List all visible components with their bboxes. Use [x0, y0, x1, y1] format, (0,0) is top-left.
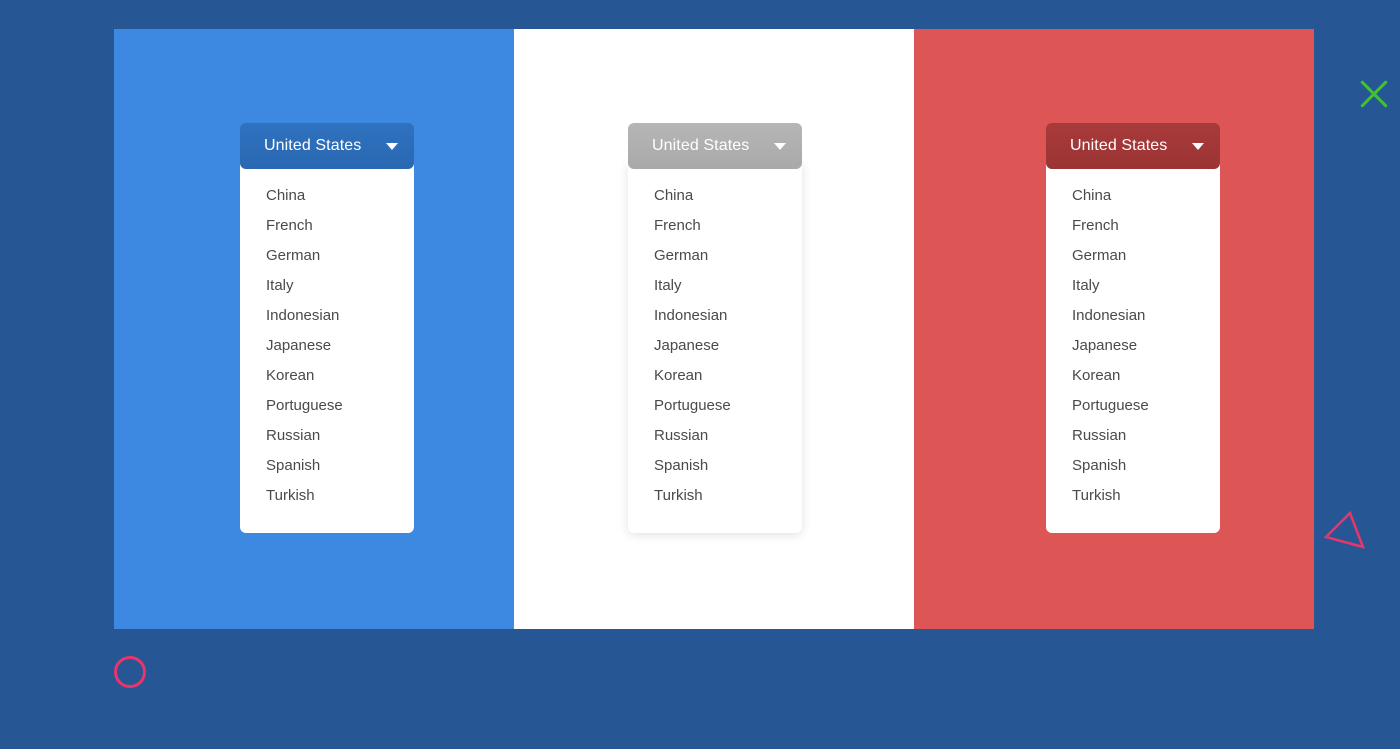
panel-blue: United States China French German Italy … [114, 29, 514, 629]
list-item[interactable]: Russian [1046, 421, 1220, 451]
chevron-down-icon [386, 142, 398, 150]
list-item[interactable]: French [240, 211, 414, 241]
panel-row: United States China French German Italy … [114, 29, 1314, 629]
panel-white: United States China French German Italy … [514, 29, 914, 629]
list-item[interactable]: Spanish [628, 451, 802, 481]
chevron-down-icon [774, 142, 786, 150]
list-item[interactable]: French [628, 211, 802, 241]
dropdown-blue: United States China French German Italy … [240, 123, 414, 549]
dropdown-list-blue: China French German Italy Indonesian Jap… [240, 163, 414, 533]
list-item[interactable]: Portuguese [1046, 391, 1220, 421]
dropdown-selected-value: United States [1070, 137, 1168, 154]
dropdown-list-gray: China French German Italy Indonesian Jap… [628, 163, 802, 533]
dropdown-toggle-blue[interactable]: United States [240, 123, 414, 169]
list-item[interactable]: German [1046, 241, 1220, 271]
list-item[interactable]: Spanish [240, 451, 414, 481]
list-item[interactable]: Japanese [628, 331, 802, 361]
list-item[interactable]: Turkish [628, 481, 802, 511]
list-item[interactable]: German [240, 241, 414, 271]
list-item[interactable]: Japanese [1046, 331, 1220, 361]
list-item[interactable]: Korean [1046, 361, 1220, 391]
dropdown-red: United States China French German Italy … [1046, 123, 1220, 549]
list-item[interactable]: China [628, 181, 802, 211]
list-item[interactable]: Indonesian [240, 301, 414, 331]
list-item[interactable]: Italy [1046, 271, 1220, 301]
dropdown-gray: United States China French German Italy … [628, 123, 802, 549]
list-item[interactable]: Turkish [1046, 481, 1220, 511]
list-item[interactable]: Japanese [240, 331, 414, 361]
list-item[interactable]: Korean [240, 361, 414, 391]
dropdown-toggle-red[interactable]: United States [1046, 123, 1220, 169]
list-item[interactable]: Spanish [1046, 451, 1220, 481]
list-item[interactable]: Italy [240, 271, 414, 301]
chevron-down-icon [1192, 142, 1204, 150]
list-item[interactable]: Indonesian [1046, 301, 1220, 331]
list-item[interactable]: Indonesian [628, 301, 802, 331]
list-item[interactable]: Turkish [240, 481, 414, 511]
list-item[interactable]: Italy [628, 271, 802, 301]
circle-icon [114, 656, 146, 688]
list-item[interactable]: French [1046, 211, 1220, 241]
panel-red: United States China French German Italy … [914, 29, 1314, 629]
list-item[interactable]: Russian [240, 421, 414, 451]
cross-icon [1356, 76, 1392, 112]
list-item[interactable]: Korean [628, 361, 802, 391]
list-item[interactable]: German [628, 241, 802, 271]
list-item[interactable]: Russian [628, 421, 802, 451]
list-item[interactable]: Portuguese [628, 391, 802, 421]
list-item[interactable]: Portuguese [240, 391, 414, 421]
dropdown-selected-value: United States [264, 137, 362, 154]
dropdown-list-red: China French German Italy Indonesian Jap… [1046, 163, 1220, 533]
list-item[interactable]: China [1046, 181, 1220, 211]
list-item[interactable]: China [240, 181, 414, 211]
dropdown-selected-value: United States [652, 137, 750, 154]
dropdown-toggle-gray[interactable]: United States [628, 123, 802, 169]
